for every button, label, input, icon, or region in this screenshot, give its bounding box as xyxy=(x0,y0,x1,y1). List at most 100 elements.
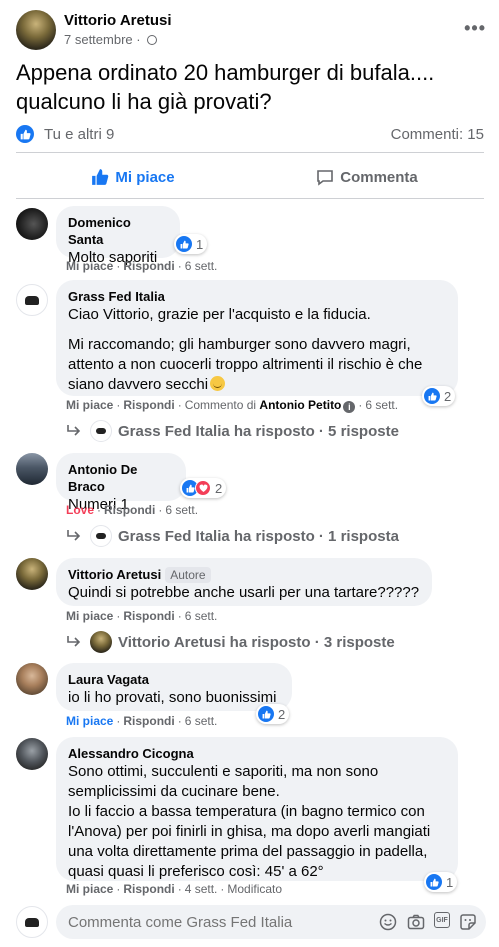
grass-fed-logo-icon xyxy=(96,533,106,539)
sticker-icon[interactable] xyxy=(458,912,478,932)
avatar[interactable] xyxy=(16,453,48,485)
comment-actions: Mi piace · Rispondi · 6 sett. xyxy=(66,714,218,728)
comment-time[interactable]: 6 sett. xyxy=(365,398,398,412)
avatar xyxy=(90,525,112,547)
like-button[interactable]: Mi piace xyxy=(16,158,250,196)
avatar[interactable] xyxy=(16,738,48,770)
reactors-text[interactable]: Tu e altri 9 xyxy=(44,126,114,143)
comment-time[interactable]: 6 sett. xyxy=(185,609,218,623)
avatar[interactable] xyxy=(16,906,48,938)
comments-count[interactable]: Commenti: 15 xyxy=(391,126,484,143)
comment-actions: Mi piace · Rispondi · Commento di Antonio Pe… xyxy=(66,398,399,413)
comment-author[interactable]: Antonio De Braco xyxy=(68,461,174,495)
comment-author[interactable]: Alessandro Cicogna xyxy=(68,745,446,762)
comment-like-button[interactable]: Mi piace xyxy=(66,259,113,273)
comment-like-button[interactable]: Mi piace xyxy=(66,398,113,412)
edited-label: Modificato xyxy=(227,882,283,896)
info-icon[interactable]: i xyxy=(343,401,356,413)
comment-author[interactable]: Vittorio Aretusi xyxy=(68,567,161,582)
comment-reply-button[interactable]: Rispondi xyxy=(123,714,174,728)
reaction-count: 1 xyxy=(196,236,204,252)
comment-time[interactable]: 6 sett. xyxy=(185,259,218,273)
comment-bubble: Laura Vagata io li ho provati, sono buon… xyxy=(56,663,292,711)
camera-icon[interactable] xyxy=(406,912,426,932)
comment-bubble: Vittorio Aretusi Autore Quindi si potrebb… xyxy=(56,558,432,606)
post-author[interactable]: Vittorio Aretusi xyxy=(64,12,172,29)
divider xyxy=(16,198,484,199)
comment-time[interactable]: 6 sett. xyxy=(185,714,218,728)
comment-reply-button[interactable]: Rispondi xyxy=(123,259,174,273)
like-reaction-icon[interactable] xyxy=(16,125,34,143)
author-avatar[interactable] xyxy=(16,10,56,50)
comment-author[interactable]: Laura Vagata xyxy=(68,671,280,688)
view-replies-link[interactable]: Vittorio Aretusi ha risposto · 3 rispost… xyxy=(66,630,395,654)
grass-fed-logo-icon xyxy=(25,295,39,305)
like-reaction-icon xyxy=(258,706,274,722)
comment-reply-button[interactable]: Rispondi xyxy=(104,503,155,517)
comment-button[interactable]: Commenta xyxy=(250,158,484,196)
avatar[interactable] xyxy=(16,663,48,695)
comment-text: io li ho provati, sono buonissimi xyxy=(68,689,277,706)
replies-text: Grass Fed Italia ha risposto · 5 rispost… xyxy=(118,422,399,440)
post-stats: Tu e altri 9 Commenti: 15 xyxy=(16,124,484,146)
view-replies-link[interactable]: Grass Fed Italia ha risposto · 1 rispost… xyxy=(66,524,399,548)
smile-emoji-icon xyxy=(210,376,226,391)
comment-time[interactable]: 4 sett. xyxy=(185,882,218,896)
comment-bubble: Antonio De Braco Numeri 1 xyxy=(56,453,186,513)
reply-arrow-icon xyxy=(67,530,81,541)
thumbs-up-icon xyxy=(92,169,109,185)
more-options-icon[interactable]: ••• xyxy=(464,18,486,39)
avatar[interactable] xyxy=(16,558,48,590)
comment-reactions[interactable]: 2 xyxy=(422,386,456,406)
gif-icon[interactable]: GIF xyxy=(434,912,450,928)
reaction-count: 2 xyxy=(278,706,286,722)
comment-text: Quindi si potrebbe anche usarli per una … xyxy=(68,584,420,601)
comment-love-button[interactable]: Love xyxy=(66,503,94,517)
comment-reactions[interactable]: 1 xyxy=(424,872,458,892)
like-button-label: Mi piace xyxy=(115,168,175,186)
comment-reactions[interactable]: 2 xyxy=(256,704,290,724)
comment-text: Ciao Vittorio, grazie per l'acquisto e l… xyxy=(68,306,371,323)
comment-actions: Mi piace · Rispondi · 6 sett. xyxy=(66,259,218,273)
post-meta: 7 settembre · xyxy=(64,32,158,47)
comment-icon xyxy=(317,170,334,186)
comment-reply-button[interactable]: Rispondi xyxy=(123,882,174,896)
love-reaction-icon xyxy=(195,480,211,496)
like-reaction-icon xyxy=(424,388,440,404)
like-reaction-icon xyxy=(426,874,442,890)
comment-reply-button[interactable]: Rispondi xyxy=(123,398,174,412)
grass-fed-logo-icon xyxy=(96,428,106,434)
avatar[interactable] xyxy=(16,284,48,316)
replies-text: Vittorio Aretusi ha risposto · 3 rispost… xyxy=(118,633,395,651)
comment-reply-button[interactable]: Rispondi xyxy=(123,609,174,623)
avatar[interactable] xyxy=(16,208,48,240)
comment-like-button[interactable]: Mi piace xyxy=(66,609,113,623)
post-date[interactable]: 7 settembre xyxy=(64,32,133,47)
reaction-count: 2 xyxy=(215,480,223,496)
comment-actions: Mi piace · Rispondi · 6 sett. xyxy=(66,609,218,623)
comment-time[interactable]: 6 sett. xyxy=(165,503,198,517)
emoji-icon[interactable] xyxy=(378,912,398,932)
comment-like-button[interactable]: Mi piace xyxy=(66,882,113,896)
comment-bubble: Domenico Santa Molto saporiti xyxy=(56,206,180,266)
comment-text: Sono ottimi, succulenti e saporiti, ma n… xyxy=(68,763,379,780)
globe-icon xyxy=(147,35,158,45)
comment-reactions[interactable]: 2 xyxy=(180,478,227,498)
author-badge: Autore xyxy=(165,567,211,583)
comment-text: l'Anova) per poi finirli in ghisa, ma do… xyxy=(68,823,431,840)
comment-composer: GIF xyxy=(16,905,486,939)
comment-by-name[interactable]: Antonio Petito xyxy=(259,398,341,412)
divider xyxy=(16,152,484,153)
comment-reactions[interactable]: 1 xyxy=(174,234,208,254)
comment-author[interactable]: Domenico Santa xyxy=(68,214,168,248)
like-reaction-icon xyxy=(176,236,192,252)
view-replies-link[interactable]: Grass Fed Italia ha risposto · 5 rispost… xyxy=(66,419,399,443)
comment-actions: Love · Rispondi · 6 sett. xyxy=(66,503,199,517)
comment-like-button[interactable]: Mi piace xyxy=(66,714,113,728)
composer-icons: GIF xyxy=(370,912,478,932)
reaction-count: 2 xyxy=(444,388,452,404)
comment-text: Io li faccio a bassa temperatura (in bag… xyxy=(68,803,425,820)
comment-bubble: Alessandro Cicogna Sono ottimi, succulen… xyxy=(56,737,458,881)
comment-author[interactable]: Grass Fed Italia xyxy=(68,288,446,305)
comment-text: una volta direttamente prima del passagg… xyxy=(68,843,428,860)
